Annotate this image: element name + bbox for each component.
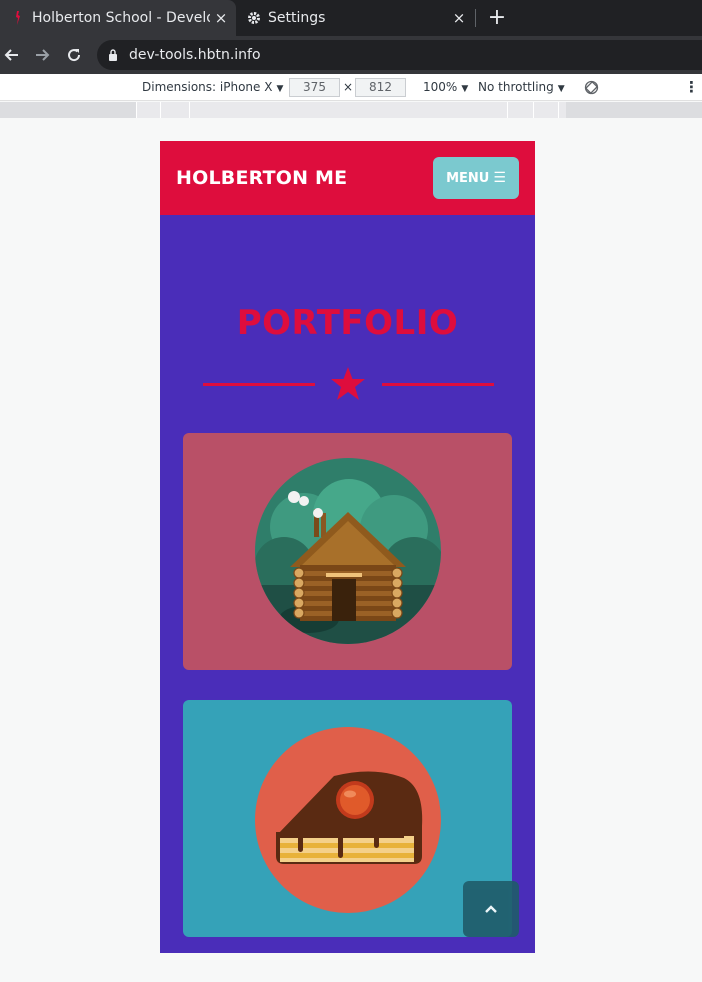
dimensions-dropdown[interactable]: Dimensions: iPhone X ▼ <box>142 74 283 101</box>
back-arrow-icon[interactable] <box>0 43 24 67</box>
lock-icon <box>107 49 119 61</box>
portfolio-item[interactable] <box>183 433 512 670</box>
site-header: HOLBERTON ME MENU ☰ <box>160 141 535 215</box>
tab-separator <box>475 9 476 27</box>
tab-close-icon[interactable]: × <box>448 9 470 27</box>
gear-icon <box>246 11 262 25</box>
cabin-illustration <box>255 458 441 644</box>
menu-label: MENU <box>446 170 490 186</box>
height-input[interactable]: 812 <box>355 78 406 97</box>
tab-close-icon[interactable]: × <box>210 9 232 27</box>
rotate-icon[interactable] <box>584 80 599 95</box>
site-brand[interactable]: HOLBERTON ME <box>176 141 347 215</box>
bars-icon: ☰ <box>493 170 506 186</box>
dimensions-label: Dimensions: iPhone X <box>142 80 273 94</box>
scroll-top-button[interactable] <box>463 881 519 937</box>
forward-arrow-icon[interactable] <box>30 43 54 67</box>
tab-title: Holberton School - Develo <box>32 10 210 26</box>
ruler-tick <box>533 102 534 118</box>
throttling-label: No throttling <box>478 80 554 94</box>
ruler-tick <box>160 102 161 118</box>
ruler-tick <box>189 102 190 118</box>
ruler-tick <box>558 102 559 118</box>
ruler-tick <box>507 102 508 118</box>
throttling-dropdown[interactable]: No throttling ▼ <box>478 74 565 101</box>
divider-line-right <box>382 383 494 386</box>
caret-down-icon: ▼ <box>557 84 565 94</box>
browser-toolbar: dev-tools.hbtn.info <box>0 36 702 74</box>
chevron-up-icon <box>485 905 497 913</box>
tab-title: Settings <box>268 10 326 26</box>
star-icon <box>331 367 365 400</box>
url-text: dev-tools.hbtn.info <box>129 47 261 63</box>
width-input[interactable]: 375 <box>289 78 340 97</box>
zoom-dropdown[interactable]: 100% ▼ <box>423 74 468 101</box>
more-options-icon[interactable]: ⋮ <box>684 74 699 101</box>
cake-slice-illustration <box>255 727 441 913</box>
tab-settings[interactable]: Settings × <box>236 0 474 36</box>
browser-tab-strip: Holberton School - Develo × Settings × + <box>0 0 702 36</box>
device-viewport: HOLBERTON ME MENU ☰ PORTFOLIO <box>160 141 535 953</box>
caret-down-icon: ▼ <box>276 84 284 94</box>
ruler-segment <box>136 102 566 118</box>
address-bar[interactable]: dev-tools.hbtn.info <box>97 40 702 70</box>
media-query-ruler <box>0 102 702 118</box>
zoom-label: 100% <box>423 80 458 94</box>
divider-line-left <box>203 383 315 386</box>
tab-holberton[interactable]: Holberton School - Develo × <box>0 0 236 36</box>
caret-down-icon: ▼ <box>461 84 469 94</box>
device-toolbar: Dimensions: iPhone X ▼ 375 × 812 100% ▼ No… <box>0 74 702 101</box>
ruler-tick <box>136 102 137 118</box>
menu-button[interactable]: MENU ☰ <box>433 157 519 199</box>
new-tab-button[interactable]: + <box>486 6 508 30</box>
holberton-favicon-icon <box>10 10 26 26</box>
dimension-times: × <box>343 80 354 94</box>
reload-icon[interactable] <box>62 43 86 67</box>
section-title: PORTFOLIO <box>236 303 459 343</box>
